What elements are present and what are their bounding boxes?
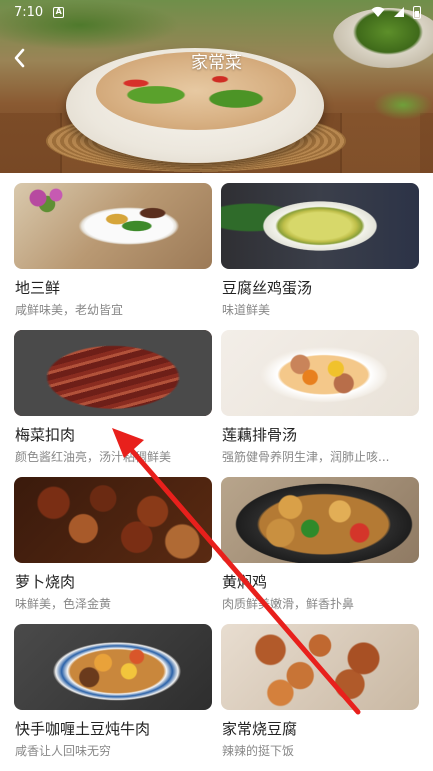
recipe-title: 黄焖鸡 (222, 573, 268, 591)
recipe-subtitle: 强筋健骨养阴生津，润肺止咳... (222, 450, 390, 464)
recipe-subtitle: 辣辣的挺下饭 (222, 744, 295, 758)
recipe-image (14, 183, 212, 269)
notification-a-icon: A (53, 6, 65, 18)
status-time: 7:10 (14, 4, 44, 20)
flower-decoration (20, 183, 80, 213)
recipe-image (221, 624, 419, 710)
header-banner (0, 0, 433, 173)
recipe-card[interactable]: 家常烧豆腐 辣辣的挺下饭 (221, 624, 419, 762)
recipe-title: 莲藕排骨汤 (222, 426, 298, 444)
recipe-subtitle: 味道鲜美 (222, 303, 271, 317)
recipe-card[interactable]: 莲藕排骨汤 强筋健骨养阴生津，润肺止咳... (221, 330, 419, 468)
recipe-title: 地三鲜 (15, 279, 61, 297)
recipe-subtitle: 颜色酱红油亮，汤汁粘稠鲜美 (15, 450, 172, 464)
recipe-image (14, 624, 212, 710)
recipe-subtitle: 味鲜美，色泽金黄 (15, 597, 112, 611)
plate-backdrop (14, 330, 212, 416)
battery-icon (413, 5, 421, 19)
recipe-card[interactable]: 萝卜烧肉 味鲜美，色泽金黄 (14, 477, 212, 615)
recipe-subtitle: 咸香让人回味无穷 (15, 744, 112, 758)
recipe-image (14, 477, 212, 563)
recipe-title: 萝卜烧肉 (15, 573, 76, 591)
wifi-icon (371, 6, 385, 17)
recipe-title: 梅菜扣肉 (15, 426, 76, 444)
recipe-image (221, 330, 419, 416)
status-bar: 7:10 A (0, 0, 433, 24)
recipe-card[interactable]: 黄焖鸡 肉质鲜美嫩滑，鲜香扑鼻 (221, 477, 419, 615)
recipe-image (221, 183, 419, 269)
recipe-card[interactable]: 豆腐丝鸡蛋汤 味道鲜美 (221, 183, 419, 321)
recipe-image (221, 477, 419, 563)
recipe-title: 快手咖喱土豆炖牛肉 (15, 720, 151, 738)
cell-signal-icon (394, 7, 404, 17)
banner-herb (373, 90, 433, 120)
recipe-subtitle: 咸鲜味美，老幼皆宜 (15, 303, 124, 317)
recipe-subtitle: 肉质鲜美嫩滑，鲜香扑鼻 (222, 597, 355, 611)
recipe-card[interactable]: 梅菜扣肉 颜色酱红油亮，汤汁粘稠鲜美 (14, 330, 212, 468)
recipe-title: 家常烧豆腐 (222, 720, 298, 738)
recipe-title: 豆腐丝鸡蛋汤 (222, 279, 313, 297)
recipe-image (14, 330, 212, 416)
page-title: 家常菜 (191, 53, 242, 73)
recipe-card[interactable]: 快手咖喱土豆炖牛肉 咸香让人回味无穷 (14, 624, 212, 762)
recipe-card[interactable]: 地三鲜 咸鲜味美，老幼皆宜 (14, 183, 212, 321)
